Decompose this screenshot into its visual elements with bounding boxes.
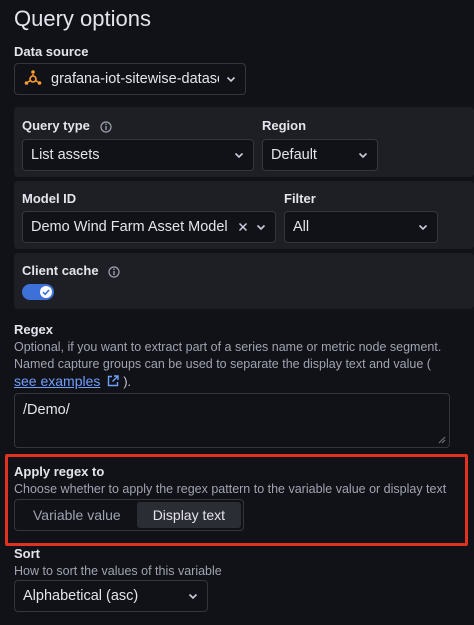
resize-handle-icon[interactable]	[436, 434, 446, 444]
model-id-value: Demo Wind Farm Asset Model	[31, 219, 228, 235]
regex-value: /Demo/	[23, 402, 70, 418]
filter-label: Filter	[284, 191, 316, 206]
filter-select[interactable]: All	[284, 211, 438, 243]
region-select[interactable]: Default	[262, 139, 378, 171]
apply-regex-segmented-control[interactable]: Variable value Display text	[14, 499, 245, 531]
client-cache-toggle[interactable]	[22, 284, 54, 300]
see-examples-link[interactable]: see examples	[14, 373, 100, 389]
grafana-datasource-icon	[24, 70, 42, 85]
info-icon[interactable]	[108, 265, 120, 278]
chevron-down-icon	[188, 593, 198, 600]
page-title: Query options	[14, 6, 151, 31]
check-icon	[42, 289, 50, 296]
sort-description: How to sort the values of this variable	[14, 564, 222, 578]
model-id-select[interactable]: Demo Wind Farm Asset Model	[22, 211, 276, 243]
regex-description: Optional, if you want to extract part of…	[14, 339, 464, 391]
regex-description-end: ).	[123, 375, 131, 389]
clear-icon[interactable]	[237, 221, 249, 233]
query-type-label: Query type	[22, 118, 112, 133]
region-value: Default	[271, 147, 317, 163]
external-link-icon[interactable]	[106, 374, 120, 388]
chevron-down-icon	[256, 224, 266, 231]
client-cache-label-text: Client cache	[22, 263, 99, 278]
chevron-down-icon	[358, 152, 368, 159]
query-type-select[interactable]: List assets	[22, 139, 254, 171]
chevron-down-icon	[226, 76, 236, 83]
filter-value: All	[293, 219, 310, 235]
data-source-value: grafana-iot-sitewise-datasource	[51, 71, 219, 87]
query-type-label-text: Query type	[22, 118, 90, 133]
apply-regex-description: Choose whether to apply the regex patter…	[14, 482, 447, 496]
option-variable-value[interactable]: Variable value	[17, 502, 137, 528]
model-id-label: Model ID	[22, 191, 77, 206]
regex-label: Regex	[14, 322, 54, 337]
sort-select[interactable]: Alphabetical (asc)	[14, 580, 208, 612]
option-display-text[interactable]: Display text	[136, 502, 242, 528]
regex-input[interactable]: /Demo/	[14, 393, 450, 448]
query-type-value: List assets	[31, 147, 100, 163]
apply-regex-label: Apply regex to	[14, 464, 105, 479]
regex-description-text: Optional, if you want to extract part of…	[14, 340, 442, 371]
data-source-label: Data source	[14, 44, 89, 59]
chevron-down-icon	[418, 224, 428, 231]
client-cache-panel	[14, 253, 474, 309]
info-icon[interactable]	[99, 120, 112, 133]
toggle-knob	[40, 286, 52, 298]
client-cache-label: Client cache	[22, 263, 120, 278]
chevron-down-icon	[234, 152, 244, 159]
region-label: Region	[262, 118, 307, 133]
sort-label: Sort	[14, 546, 40, 561]
data-source-picker[interactable]: grafana-iot-sitewise-datasource	[14, 63, 246, 95]
sort-value: Alphabetical (asc)	[23, 588, 139, 604]
